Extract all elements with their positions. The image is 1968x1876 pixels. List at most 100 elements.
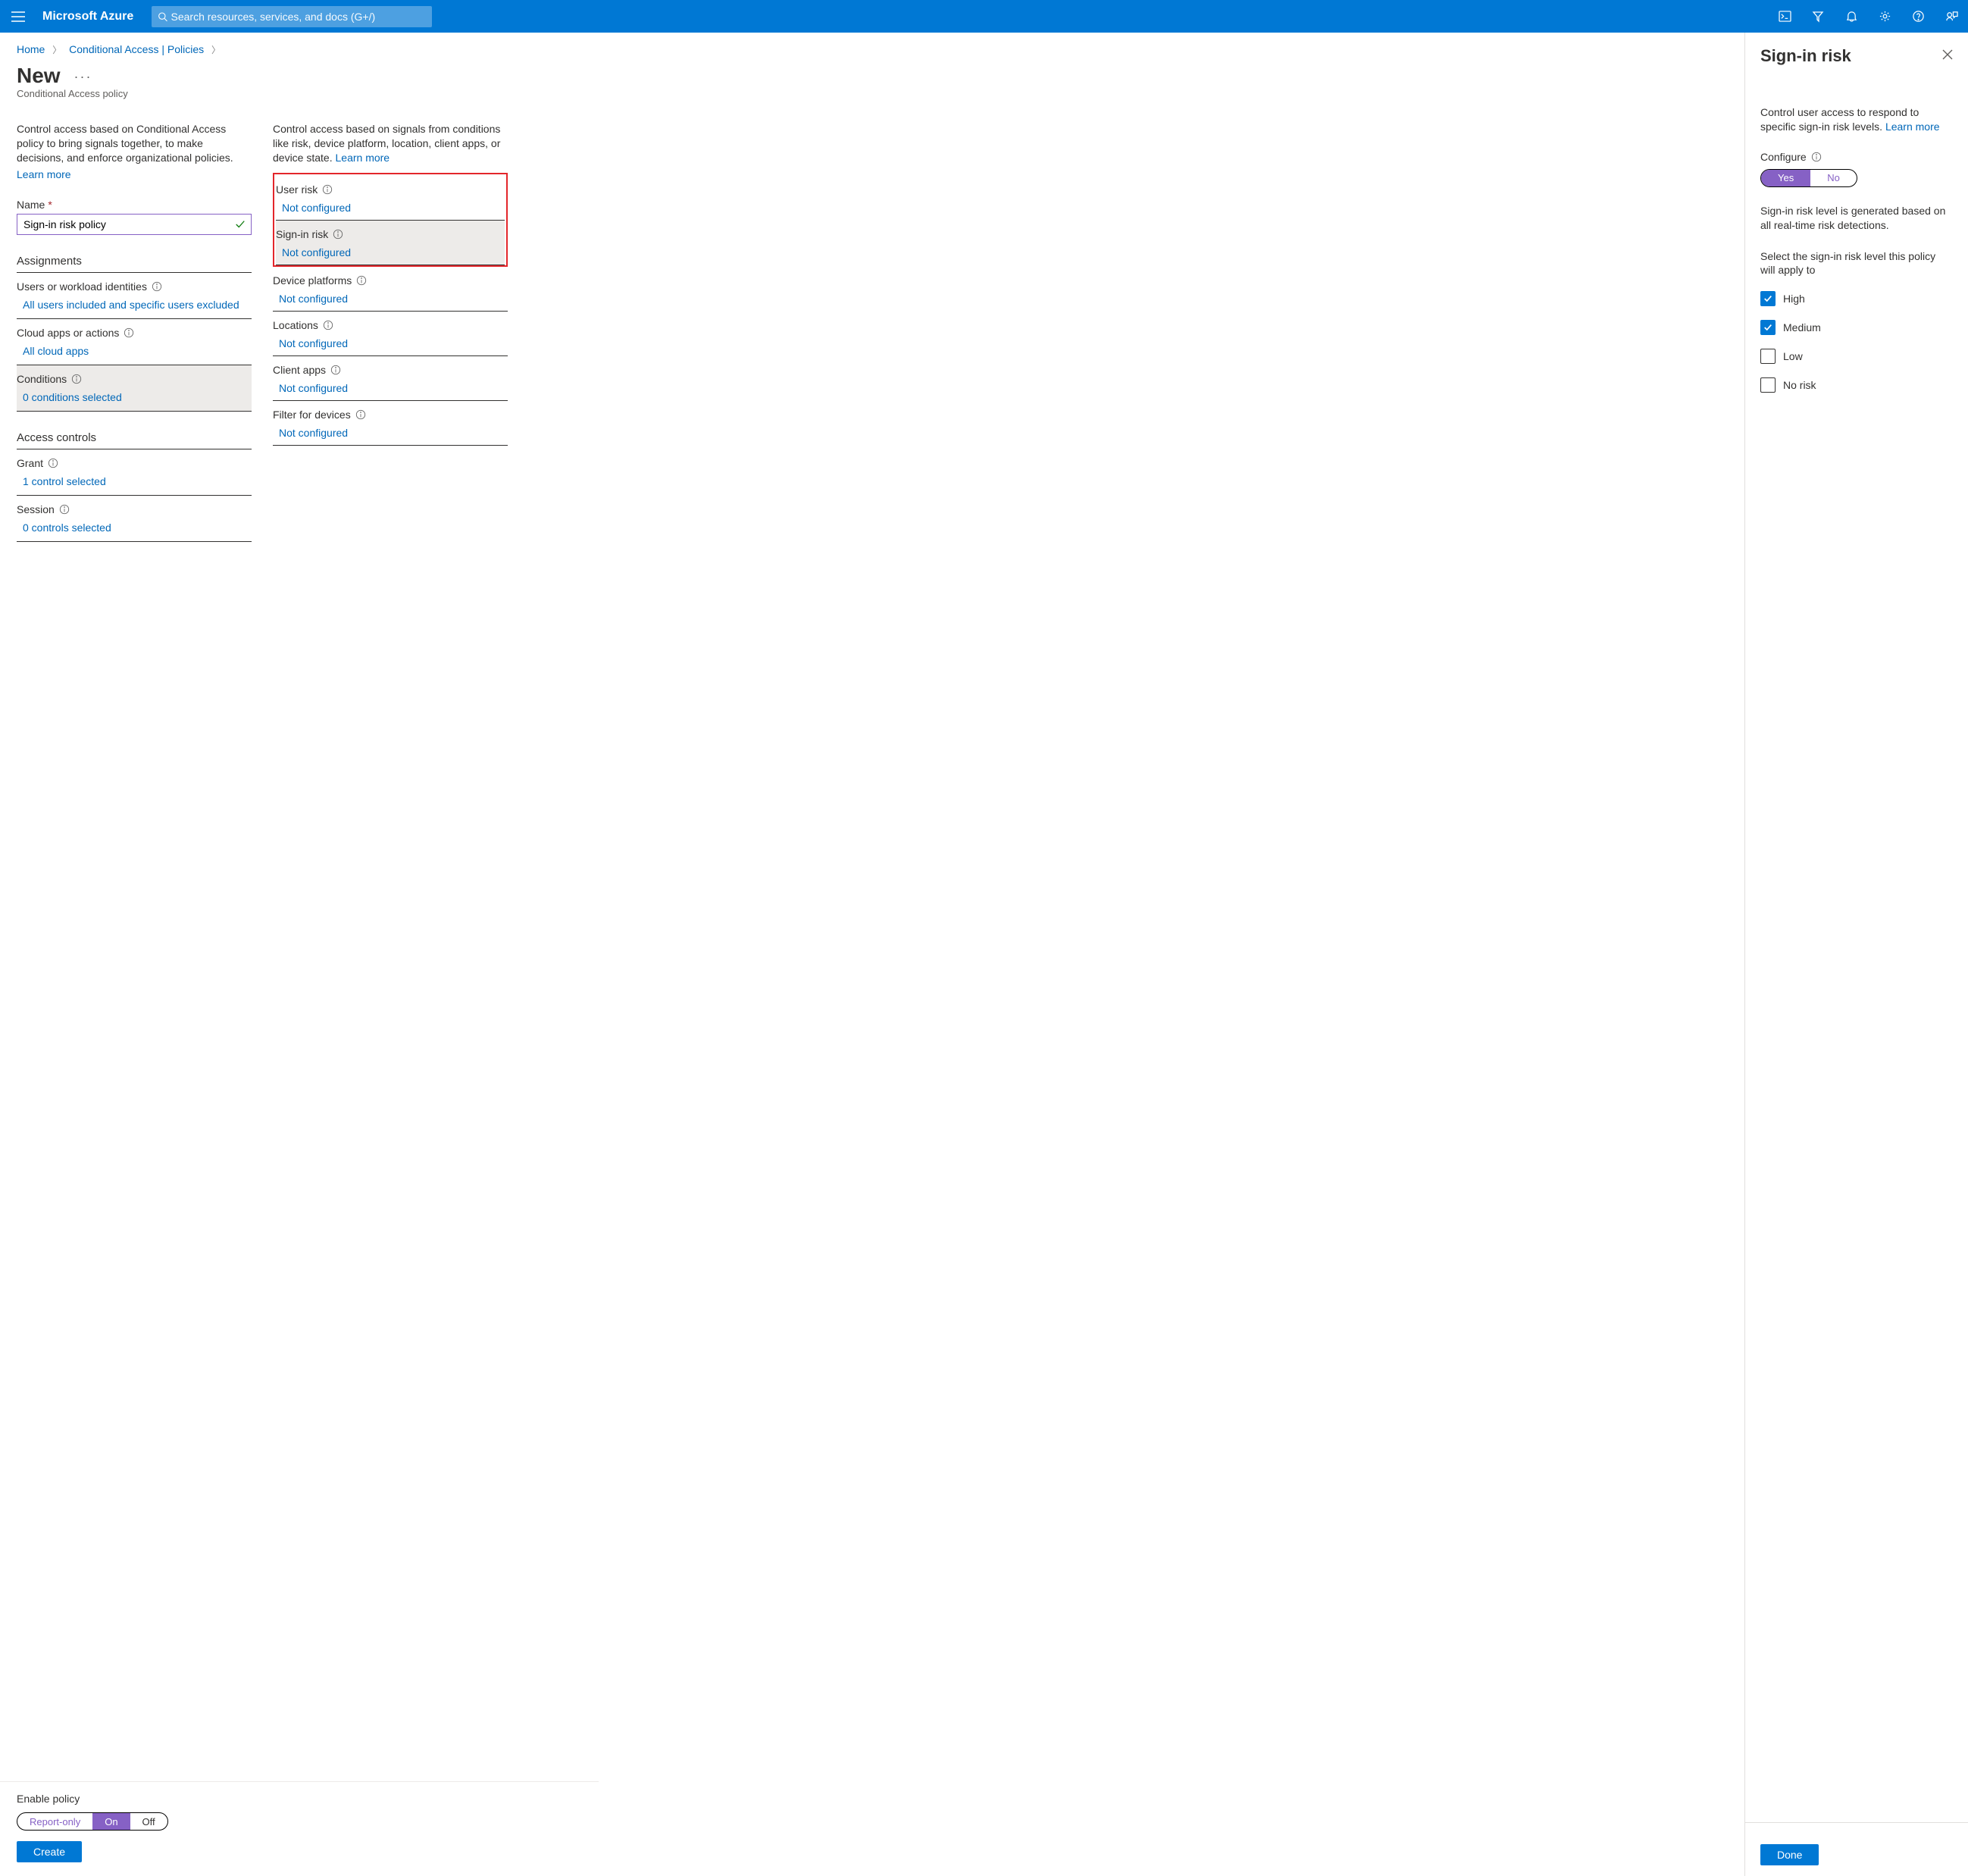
info-icon[interactable] [1811,152,1822,162]
risk-level-low[interactable]: Low [1760,349,1953,364]
segment-access-1[interactable]: Session 0 controls selected [17,496,252,542]
directory-filter-icon[interactable] [1801,0,1835,33]
enable-policy-toggle[interactable]: Report-only On Off [17,1812,168,1831]
segment-value[interactable]: 1 control selected [17,469,252,490]
notifications-icon[interactable] [1835,0,1868,33]
risk-level-no risk[interactable]: No risk [1760,377,1953,393]
info-icon[interactable] [333,229,343,240]
breadcrumb: Home 〉 Conditional Access | Policies 〉 [0,33,1968,61]
done-button[interactable]: Done [1760,1844,1819,1865]
topbar: Microsoft Azure [0,0,1968,33]
valid-check-icon [235,219,246,232]
search-box[interactable] [152,6,432,27]
condition-value[interactable]: Not configured [276,240,505,265]
breadcrumb-conditional-access[interactable]: Conditional Access | Policies [69,43,204,55]
panel-note-1: Sign-in risk level is generated based on… [1760,204,1953,233]
configure-label: Configure [1760,151,1953,163]
risk-level-medium[interactable]: Medium [1760,320,1953,335]
cloud-shell-icon[interactable] [1768,0,1801,33]
checkbox[interactable] [1760,349,1776,364]
panel-footer: Done [1745,1822,1968,1876]
info-icon[interactable] [152,281,162,292]
condition-value[interactable]: Not configured [273,331,508,355]
learn-more-link[interactable]: Learn more [17,168,71,180]
segment-assign-0[interactable]: Users or workload identities All users i… [17,273,252,319]
segment-title: Users or workload identities [17,280,147,293]
toggle-on[interactable]: On [92,1813,130,1830]
condition-title: Locations [273,319,318,331]
segment-assign-1[interactable]: Cloud apps or actions All cloud apps [17,319,252,365]
condition-cond-4[interactable]: Client apps Not configured [273,356,508,401]
risk-level-label: Medium [1783,321,1821,334]
info-icon[interactable] [124,327,134,338]
info-icon[interactable] [356,275,367,286]
close-icon[interactable] [1942,46,1953,62]
info-icon[interactable] [355,409,366,420]
configure-no[interactable]: No [1810,170,1857,186]
more-icon[interactable]: ··· [63,69,92,84]
feedback-icon[interactable] [1935,0,1968,33]
segment-access-0[interactable]: Grant 1 control selected [17,449,252,496]
segment-value[interactable]: 0 controls selected [17,515,252,537]
condition-value[interactable]: Not configured [276,196,505,220]
info-icon[interactable] [71,374,82,384]
condition-title: Client apps [273,364,326,376]
risk-level-label: High [1783,293,1805,305]
enable-policy-label: Enable policy [17,1793,582,1805]
menu-hamburger-icon[interactable] [0,11,36,22]
condition-value[interactable]: Not configured [273,376,508,400]
risk-level-label: No risk [1783,379,1816,391]
info-icon[interactable] [330,365,341,375]
checkbox[interactable] [1760,291,1776,306]
page-header: New ··· Conditional Access policy [0,61,1968,122]
configure-yes[interactable]: Yes [1761,170,1810,186]
left-blurb: Control access based on Conditional Acce… [17,122,252,165]
search-icon [158,11,167,22]
segment-value[interactable]: All users included and specific users ex… [17,293,252,314]
condition-value[interactable]: Not configured [273,421,508,445]
page-title: New [17,64,61,88]
panel-title: Sign-in risk [1760,46,1851,66]
risk-level-high[interactable]: High [1760,291,1953,306]
right-column: Control access based on signals from con… [273,122,508,542]
learn-more-link[interactable]: Learn more [336,152,390,164]
condition-user-risk[interactable]: User risk Not configured [276,176,505,221]
search-input[interactable] [171,11,427,23]
panel-description: Control user access to respond to specif… [1760,105,1953,134]
info-icon[interactable] [59,504,70,515]
segment-title: Grant [17,457,43,469]
condition-value[interactable]: Not configured [273,287,508,311]
condition-cond-5[interactable]: Filter for devices Not configured [273,401,508,446]
condition-cond-2[interactable]: Device platforms Not configured [273,267,508,312]
condition-title: Sign-in risk [276,228,328,240]
segment-value[interactable]: 0 conditions selected [17,385,252,406]
breadcrumb-home[interactable]: Home [17,43,45,55]
info-icon[interactable] [48,458,58,468]
toggle-report-only[interactable]: Report-only [17,1813,92,1830]
sign-in-risk-panel: Sign-in risk Control user access to resp… [1744,33,1968,1876]
segment-value[interactable]: All cloud apps [17,339,252,360]
info-icon[interactable] [322,184,333,195]
condition-sign-in-risk[interactable]: Sign-in risk Not configured [276,221,505,265]
policy-name-input[interactable] [17,214,252,235]
learn-more-link[interactable]: Learn more [1885,121,1940,133]
create-button[interactable]: Create [17,1841,82,1862]
right-blurb: Control access based on signals from con… [273,122,508,165]
section-access-controls: Access controls [17,431,252,449]
section-assignments: Assignments [17,255,252,273]
segment-assign-2[interactable]: Conditions 0 conditions selected [17,365,252,412]
condition-title: User risk [276,183,318,196]
segment-title: Session [17,503,55,515]
top-icons [1768,0,1968,33]
brand[interactable]: Microsoft Azure [36,10,152,23]
footer: Enable policy Report-only On Off Create [0,1781,599,1876]
checkbox[interactable] [1760,377,1776,393]
info-icon[interactable] [323,320,333,330]
checkbox[interactable] [1760,320,1776,335]
help-icon[interactable] [1901,0,1935,33]
toggle-off[interactable]: Off [130,1813,167,1830]
condition-cond-3[interactable]: Locations Not configured [273,312,508,356]
settings-gear-icon[interactable] [1868,0,1901,33]
configure-toggle[interactable]: Yes No [1760,169,1857,187]
chevron-right-icon: 〉 [48,45,66,55]
